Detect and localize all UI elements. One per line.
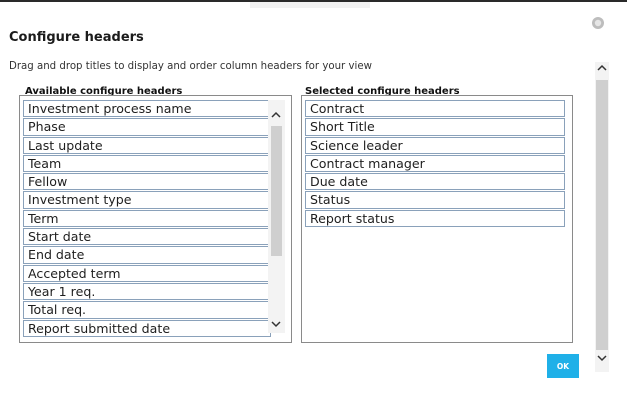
available-item[interactable]: Year 1 req. (23, 282, 271, 301)
available-item[interactable]: Report submitted date (23, 319, 271, 337)
selected-item[interactable]: Contract manager (305, 154, 565, 173)
available-item[interactable]: Phase (23, 118, 271, 136)
available-item[interactable]: Total req. (23, 301, 271, 319)
dialog-hint: Drag and drop titles to display and orde… (9, 61, 372, 72)
available-item[interactable]: Last update (23, 136, 271, 154)
selected-item[interactable]: Due date (305, 173, 565, 191)
selected-item[interactable]: Status (305, 191, 565, 209)
dialog-scroll-thumb[interactable] (596, 80, 608, 350)
ok-button[interactable]: OK (547, 354, 579, 378)
available-item[interactable]: Accepted term (23, 264, 271, 282)
available-list-scrollbar[interactable] (268, 100, 285, 333)
close-icon[interactable] (591, 16, 605, 30)
selected-item[interactable]: Science leader (305, 136, 565, 154)
selected-item[interactable]: Report status (305, 209, 565, 228)
dialog-title: Configure headers (9, 30, 144, 45)
available-list-scroll-thumb[interactable] (271, 126, 282, 256)
chevron-up-icon[interactable] (271, 111, 281, 119)
available-item[interactable]: Term (23, 209, 271, 228)
available-item[interactable]: Start date (23, 228, 271, 246)
chevron-down-icon[interactable] (271, 320, 281, 328)
available-item[interactable]: Investment process name (23, 100, 271, 118)
top-shadow (250, 2, 370, 8)
selected-headers-list: Contract Short Title Science leader Cont… (305, 100, 565, 228)
available-headers-list: Investment process name Phase Last updat… (23, 100, 271, 338)
available-item[interactable]: End date (23, 246, 271, 264)
chevron-down-icon[interactable] (597, 354, 607, 362)
available-item[interactable]: Fellow (23, 173, 271, 191)
selected-item[interactable]: Short Title (305, 118, 565, 136)
dialog-scrollbar[interactable] (595, 62, 609, 372)
available-headers-panel: Investment process name Phase Last updat… (19, 95, 292, 343)
available-item[interactable]: Investment type (23, 191, 271, 209)
available-item[interactable]: Team (23, 154, 271, 173)
selected-headers-panel: Contract Short Title Science leader Cont… (301, 95, 573, 343)
selected-item[interactable]: Contract (305, 100, 565, 118)
chevron-up-icon[interactable] (597, 64, 607, 72)
